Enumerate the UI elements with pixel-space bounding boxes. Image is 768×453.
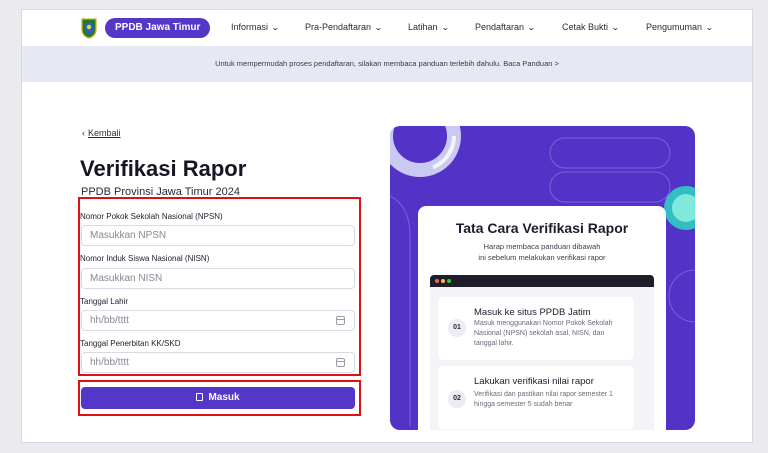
masuk-label: Masuk xyxy=(208,392,240,403)
step-number: 02 xyxy=(448,390,466,408)
menu-label: Pendaftaran xyxy=(475,22,525,32)
menu-label: Pengumuman xyxy=(646,22,703,32)
chevron-down-icon: ⌄ xyxy=(611,23,620,32)
menu-informasi[interactable]: Informasi ⌄ xyxy=(231,22,280,32)
tanggal-lahir-input[interactable]: hh/bb/tttt xyxy=(81,310,355,331)
npsn-label: Nomor Pokok Sekolah Nasional (NPSN) xyxy=(80,212,223,221)
guide-card: Tata Cara Verifikasi Rapor Harap membaca… xyxy=(418,206,666,430)
chevron-left-icon: ‹ xyxy=(82,128,85,138)
window-dot-icon xyxy=(435,279,439,283)
brand-badge[interactable]: PPDB Jawa Timur xyxy=(105,18,211,38)
step-title: Lakukan verifikasi nilai rapor xyxy=(474,376,594,387)
browser-titlebar xyxy=(430,275,654,287)
guide-subtitle-line2: ini sebelum melakukan verifikasi rapor xyxy=(478,253,606,262)
tanggal-kk-input[interactable]: hh/bb/tttt xyxy=(81,352,355,373)
nisn-input[interactable]: Masukkan NISN xyxy=(81,268,355,289)
jatim-logo-icon[interactable] xyxy=(80,17,98,39)
guide-title: Tata Cara Verifikasi Rapor xyxy=(455,220,629,236)
step-card: 01 Masuk ke situs PPDB Jatim Masuk mengg… xyxy=(438,297,634,360)
nisn-label: Nomor Induk Siswa Nasional (NISN) xyxy=(80,254,210,263)
chevron-down-icon: ⌄ xyxy=(374,23,383,32)
menu-cetak-bukti[interactable]: Cetak Bukti ⌄ xyxy=(562,22,620,32)
guide-subtitle: Harap membaca panduan dibawah ini sebelu… xyxy=(418,241,666,263)
back-label: Kembali xyxy=(88,128,121,138)
menu-label: Latihan xyxy=(408,22,438,32)
step-number: 01 xyxy=(448,319,466,337)
guide-subtitle-line1: Harap membaca panduan dibawah xyxy=(483,242,601,251)
step-title: Masuk ke situs PPDB Jatim xyxy=(474,307,591,318)
menu-label: Informasi xyxy=(231,22,269,32)
chevron-down-icon: ⌄ xyxy=(440,23,450,32)
menu-pendaftaran[interactable]: Pendaftaran ⌄ xyxy=(475,22,536,32)
step-card: 02 Lakukan verifikasi nilai rapor Verifi… xyxy=(438,366,634,429)
calendar-icon[interactable] xyxy=(336,358,345,367)
chevron-down-icon: ⌄ xyxy=(705,23,714,32)
masuk-button[interactable]: Masuk xyxy=(81,387,355,409)
menu-latihan[interactable]: Latihan ⌄ xyxy=(408,22,450,32)
page-frame: PPDB Jawa Timur Informasi ⌄ Pra-Pendaftar… xyxy=(22,10,752,442)
tanggal-kk-label: Tanggal Penerbitan KK/SKD xyxy=(80,339,181,348)
window-dot-icon xyxy=(441,279,445,283)
menu-pengumuman[interactable]: Pengumuman ⌄ xyxy=(646,22,714,32)
page-title: Verifikasi Rapor xyxy=(80,156,247,181)
tanggal-lahir-placeholder: hh/bb/tttt xyxy=(90,315,129,326)
step-description: Verifikasi dan pastikan nilai rapor seme… xyxy=(474,391,613,408)
window-dot-icon xyxy=(447,279,451,283)
browser-mockup: 01 Masuk ke situs PPDB Jatim Masuk mengg… xyxy=(430,275,654,430)
tanggal-lahir-label: Tanggal Lahir xyxy=(80,297,129,306)
menu-pra-pendaftaran[interactable]: Pra-Pendaftaran ⌄ xyxy=(305,22,383,32)
guide-panel: Tata Cara Verifikasi Rapor Harap membaca… xyxy=(390,126,695,430)
chevron-down-icon: ⌄ xyxy=(271,23,280,32)
back-link[interactable]: ‹ Kembali xyxy=(82,128,121,138)
tanggal-kk-placeholder: hh/bb/tttt xyxy=(90,357,129,368)
clipboard-icon xyxy=(196,393,204,401)
menu-label: Pra-Pendaftaran xyxy=(305,22,372,32)
guide-banner[interactable]: Untuk mempermudah proses pendaftaran, si… xyxy=(22,46,752,82)
step-description: Masuk menggunakan Nomor Pokok Sekolah Na… xyxy=(474,320,613,347)
menu-label: Cetak Bukti xyxy=(562,22,609,32)
navbar: PPDB Jawa Timur Informasi ⌄ Pra-Pendaftar… xyxy=(22,10,752,46)
chevron-down-icon: ⌄ xyxy=(527,23,536,32)
calendar-icon[interactable] xyxy=(336,316,345,325)
npsn-input[interactable]: Masukkan NPSN xyxy=(81,225,355,246)
